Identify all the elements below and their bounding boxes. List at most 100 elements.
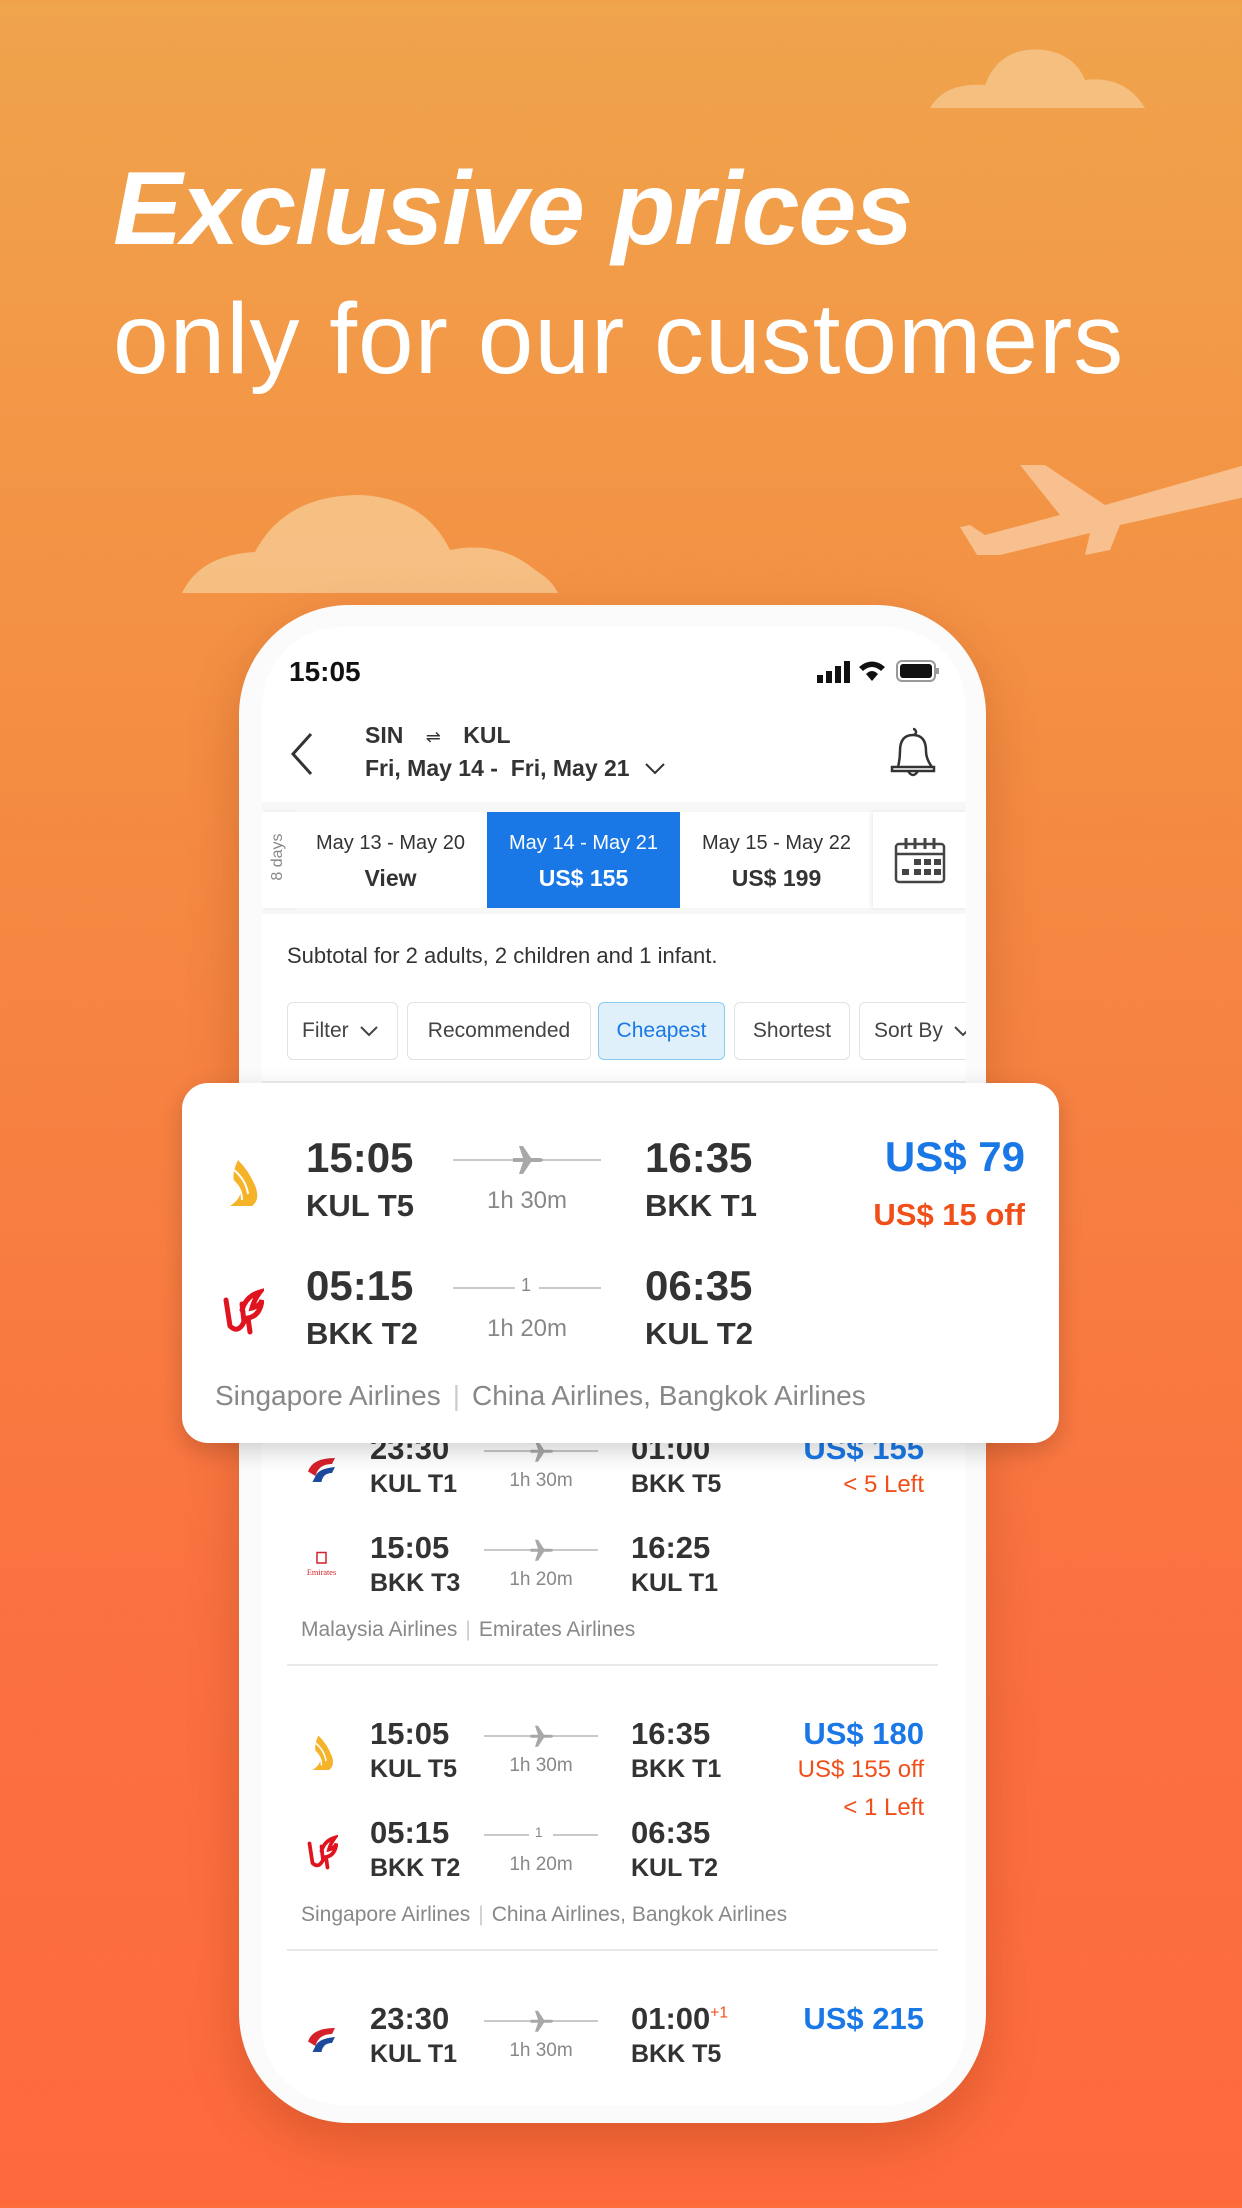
airline-names: Singapore Airlines | China Airlines, Bangk… (215, 1380, 866, 1411)
departure-airport: BKK T2 (306, 1316, 418, 1352)
status-time: 15:05 (289, 656, 361, 687)
flight-duration: 1h 20m (509, 1853, 573, 1875)
seats-left: < 1 Left (843, 1794, 924, 1821)
arrival-airport: BKK T1 (645, 1188, 757, 1224)
price: US$ 180 (803, 1716, 924, 1751)
price: US$ 79 (884, 1133, 1025, 1180)
promo-headline: Exclusive prices (113, 151, 913, 267)
tab-dates: May 13 - May 20 (316, 832, 465, 854)
arrival-time: 16:35 (645, 1134, 752, 1182)
return-airlines: China Airlines, Bangkok Airlines (471, 1380, 866, 1411)
departure-time: 15:05 (306, 1133, 414, 1181)
calendar-button[interactable] (873, 812, 966, 908)
outbound-airline: Singapore Airlines (215, 1380, 441, 1411)
singapore-airlines-logo (230, 1160, 258, 1206)
chip-label: Cheapest (616, 1019, 707, 1042)
flight-duration: 1h 30m (509, 2039, 573, 2061)
chip-shortest[interactable]: Shortest (734, 1002, 850, 1060)
return-airlines: Emirates Airlines (478, 1618, 636, 1641)
arrival-time: 16:35 (631, 1716, 710, 1752)
tab-price: US$ 199 (731, 865, 822, 891)
trip-dates[interactable]: Fri, May 14 - Fri, May 21 (365, 755, 666, 782)
arrival-time: 16:25 (631, 1530, 710, 1566)
arrival-airport: BKK T1 (631, 1755, 722, 1783)
flight-duration: 1h 20m (486, 1314, 568, 1342)
duration-text: 8 days (269, 833, 286, 881)
route[interactable]: SIN ⇌ KUL (365, 722, 511, 749)
emirates-logo: Emirates (306, 1551, 336, 1577)
arrival-airport: BKK T5 (631, 2040, 722, 2068)
flight-duration: 1h 30m (509, 1754, 573, 1776)
return-airlines: China Airlines, Bangkok Airlines (491, 1903, 788, 1926)
chip-recommended[interactable]: Recommended (407, 1002, 591, 1060)
day-offset: +1 (710, 2005, 728, 2023)
chip-cheapest[interactable]: Cheapest (598, 1002, 725, 1060)
stops-count: 1 (521, 1275, 532, 1295)
swap-icon: ⇌ (425, 727, 441, 747)
outbound-airline: Singapore Airlines (301, 1903, 471, 1926)
arrival-time-text: 16:35 (631, 1716, 711, 1752)
departure-time: 05:15 (306, 1261, 414, 1309)
divider (287, 1664, 938, 1666)
arrival-time: 06:35 (645, 1262, 752, 1310)
malaysia-airlines-logo (307, 2027, 335, 2052)
battery-icon (896, 660, 939, 682)
flight-duration: 1h 30m (509, 1469, 573, 1491)
airplane-icon (513, 1146, 543, 1174)
flight-duration: 1h 20m (509, 1568, 573, 1590)
tab-price: US$ 155 (538, 865, 629, 891)
route-line (453, 1287, 515, 1289)
chip-sort-by[interactable]: Sort By (859, 1002, 966, 1060)
singapore-airlines-logo (312, 1735, 333, 1770)
trip-dates-label: Fri, May 14 - Fri, May 21 (365, 755, 630, 781)
bell-icon[interactable] (886, 725, 940, 781)
departure-airport: KUL T5 (370, 1755, 458, 1783)
arrival-time-text: 16:25 (631, 1530, 711, 1566)
date-tab[interactable]: May 14 - May 21 US$ 155 (487, 812, 680, 908)
chip-label: Filter (302, 1019, 349, 1042)
china-airlines-logo (223, 1288, 264, 1335)
calendar-icon (894, 838, 945, 884)
tab-price: View (364, 865, 417, 891)
departure-airport: KUL T1 (370, 2040, 458, 2068)
departure-airport: BKK T3 (370, 1569, 461, 1597)
route-line (539, 1287, 601, 1289)
arrival-airport: BKK T5 (631, 1470, 722, 1498)
airline-names: Singapore Airlines | China Airlines, Bangk… (301, 1903, 788, 1926)
featured-flight-card[interactable]: 15:05 KUL T5 1h 30m 16:35 BKK T1 05:15 BKK… (182, 1083, 1059, 1443)
chip-filter[interactable]: Filter (287, 1002, 398, 1060)
stops-count: 1 (535, 1825, 543, 1840)
arrival-time-text: 01:00 (631, 2001, 711, 2037)
divider (287, 1949, 938, 1951)
tab-dates: May 14 - May 21 (509, 832, 658, 854)
malaysia-airlines-logo (307, 1457, 335, 1482)
discount: US$ 15 off (873, 1197, 1025, 1232)
departure-airport: BKK T2 (370, 1854, 461, 1882)
date-tab[interactable]: May 15 - May 22 US$ 199 (680, 812, 873, 908)
departure-airport: KUL T1 (370, 1470, 458, 1498)
cloud-icon (930, 49, 1145, 108)
arrival-time-text: 06:35 (631, 1815, 711, 1851)
wifi-icon (859, 661, 885, 681)
back-button[interactable] (287, 731, 317, 777)
arrival-airport: KUL T2 (645, 1316, 753, 1352)
departure-time: 23:30 (370, 2001, 450, 2037)
origin-code: SIN (365, 722, 404, 748)
airplane-icon (960, 465, 1242, 555)
airline-names: Malaysia Airlines | Emirates Airlines (301, 1618, 636, 1641)
departure-time: 05:15 (370, 1815, 450, 1851)
discount: US$ 155 off (797, 1756, 924, 1783)
chevron-down-icon (954, 1026, 966, 1037)
arrival-time-text: 06:35 (645, 1261, 753, 1309)
duration-label: 8 days (262, 812, 294, 908)
svg-text:Emirates: Emirates (306, 1568, 335, 1577)
flight-duration: 1h 30m (486, 1186, 568, 1214)
tab-dates: May 15 - May 22 (702, 832, 851, 854)
arrival-time: 01:00+1 (631, 2001, 728, 2037)
chip-label: Shortest (752, 1019, 832, 1042)
chevron-down-icon (645, 763, 665, 775)
china-airlines-logo (307, 1834, 338, 1870)
date-tab[interactable]: May 13 - May 20 View (294, 812, 487, 908)
signal-icon (817, 661, 850, 683)
airplane-icon (530, 1539, 553, 1561)
